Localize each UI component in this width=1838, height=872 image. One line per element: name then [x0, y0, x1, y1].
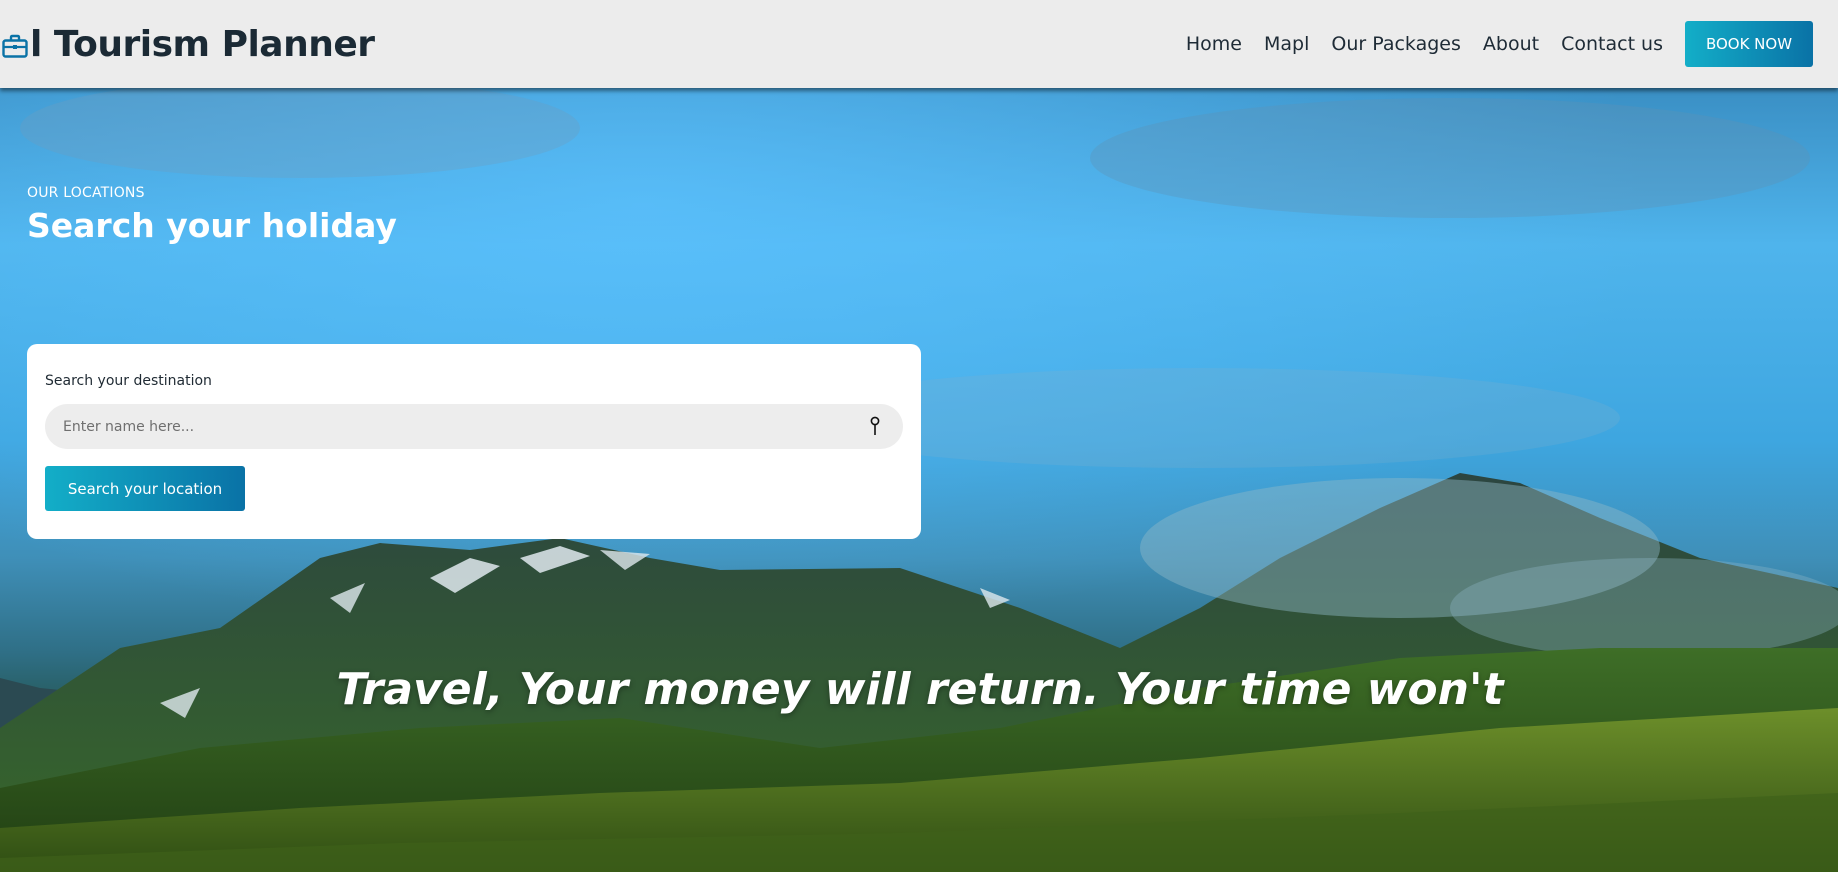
map-pin-icon[interactable]	[869, 416, 881, 436]
search-label: Search your destination	[45, 373, 212, 389]
suitcase-icon	[2, 34, 28, 58]
site-header: l Tourism Planner Home Mapl Our Packages…	[0, 0, 1838, 88]
brand[interactable]: l Tourism Planner	[0, 24, 375, 65]
hero-section: OUR LOCATIONS Search your holiday Search…	[0, 88, 1838, 872]
nav-link-about[interactable]: About	[1483, 33, 1539, 55]
book-now-button[interactable]: BOOK NOW	[1685, 21, 1813, 67]
nav-link-home[interactable]: Home	[1186, 33, 1242, 55]
hero-title: Search your holiday	[27, 206, 397, 245]
section-eyebrow: OUR LOCATIONS	[27, 185, 145, 201]
search-field[interactable]	[45, 404, 903, 449]
site-title: l Tourism Planner	[30, 23, 375, 65]
search-card: Search your destination Search your loca…	[27, 344, 921, 539]
hero-quote: Travel, Your money will return. Your tim…	[336, 664, 1504, 715]
main-nav: Home Mapl Our Packages About Contact us …	[1186, 21, 1838, 67]
destination-search-input[interactable]	[45, 404, 903, 449]
nav-link-contact[interactable]: Contact us	[1561, 33, 1663, 55]
nav-link-map[interactable]: Mapl	[1264, 33, 1309, 55]
search-location-button[interactable]: Search your location	[45, 466, 245, 511]
nav-link-packages[interactable]: Our Packages	[1331, 33, 1461, 55]
